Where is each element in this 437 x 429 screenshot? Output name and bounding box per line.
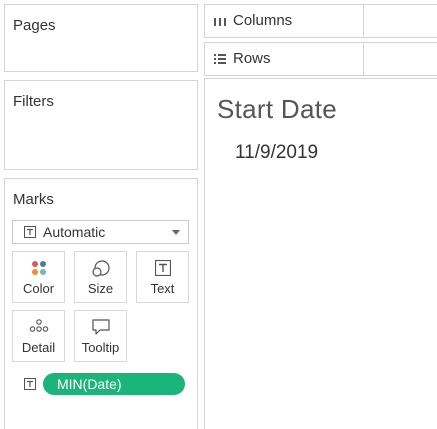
- size-button[interactable]: Size: [74, 251, 127, 303]
- columns-label: Columns: [233, 12, 293, 29]
- rows-label: Rows: [233, 50, 271, 67]
- color-label: Color: [22, 281, 55, 296]
- text-encoding-icon: [24, 378, 36, 390]
- detail-label: Detail: [21, 340, 56, 355]
- detail-icon: [29, 319, 48, 332]
- pill-label: MIN(Date): [57, 376, 122, 392]
- tooltip-icon: [91, 319, 110, 335]
- rows-icon: [214, 54, 226, 64]
- columns-icon: [214, 18, 226, 26]
- worksheet-view[interactable]: Start Date 11/9/2019: [204, 78, 437, 429]
- size-label: Size: [87, 281, 114, 296]
- color-dots-icon: [31, 261, 46, 275]
- text-label: Text: [150, 281, 175, 296]
- min-date-pill[interactable]: MIN(Date): [43, 373, 185, 395]
- marks-title: Marks: [13, 191, 54, 208]
- tooltip-label: Tooltip: [81, 340, 120, 355]
- rows-drop-divider: [363, 43, 364, 75]
- color-button[interactable]: Color: [12, 251, 65, 303]
- text-button[interactable]: Text: [136, 251, 189, 303]
- mark-type-label: Automatic: [43, 224, 106, 240]
- detail-button[interactable]: Detail: [12, 310, 65, 362]
- filters-title: Filters: [13, 93, 54, 110]
- start-date-value[interactable]: 11/9/2019: [235, 142, 318, 164]
- mark-type-dropdown[interactable]: Automatic: [12, 220, 189, 244]
- chevron-down-icon[interactable]: [172, 230, 180, 235]
- sheet-title[interactable]: Start Date: [217, 94, 337, 125]
- tooltip-button[interactable]: Tooltip: [74, 310, 127, 362]
- columns-drop-divider: [363, 5, 364, 37]
- pages-title: Pages: [13, 17, 56, 34]
- columns-shelf[interactable]: Columns: [204, 4, 437, 38]
- size-icon: [91, 260, 110, 277]
- filters-card[interactable]: Filters: [4, 80, 198, 170]
- text-icon: [154, 260, 171, 276]
- pages-card[interactable]: Pages: [4, 4, 198, 72]
- rows-shelf[interactable]: Rows: [204, 42, 437, 76]
- text-mark-icon: [24, 226, 36, 238]
